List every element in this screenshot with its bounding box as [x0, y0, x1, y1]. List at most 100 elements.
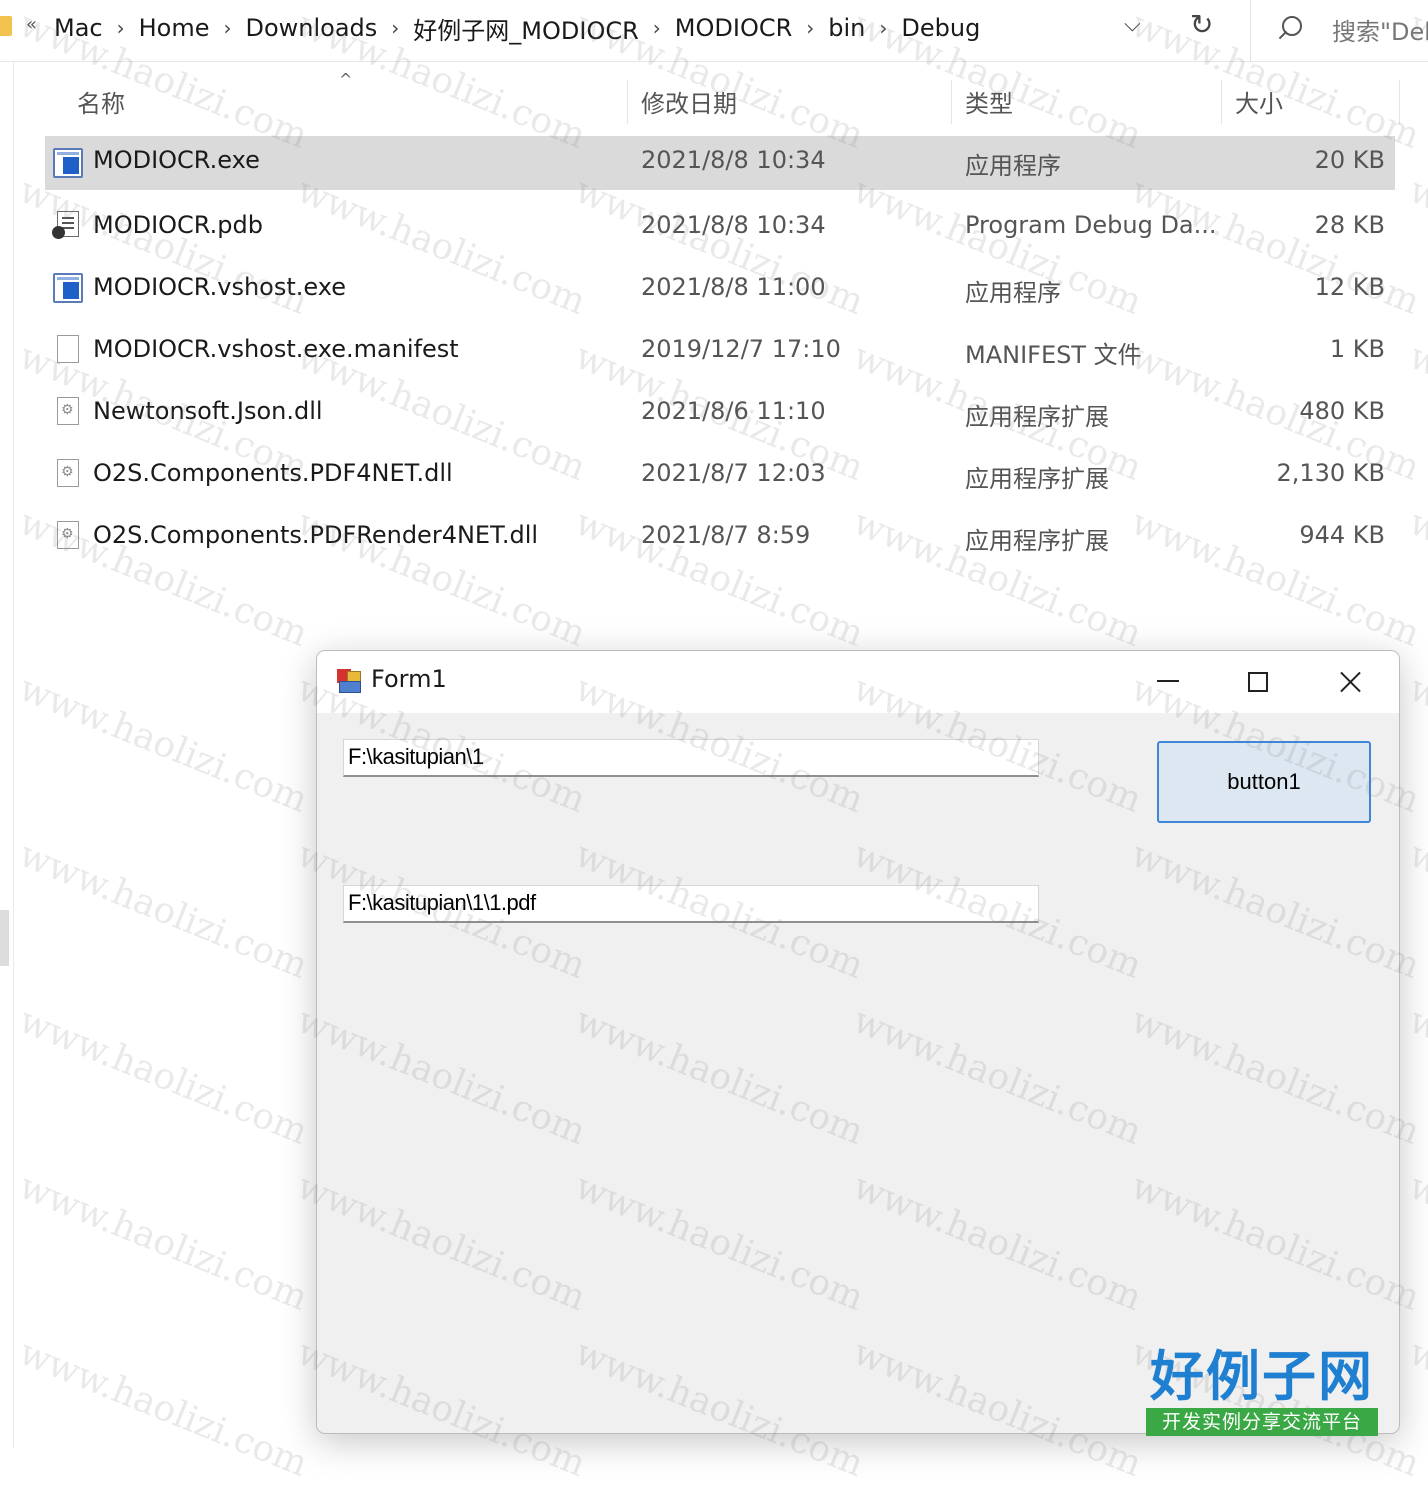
- brand-watermark: 好例子网 开发实例分享交流平台: [1144, 1346, 1380, 1440]
- file-list: MODIOCR.exe 2021/8/8 10:34 应用程序 20 KB MODIOC…: [45, 136, 1395, 570]
- file-size: 1 KB: [1329, 335, 1385, 363]
- dll-icon: [57, 459, 79, 487]
- watermark-text: www.haolizi.com: [1403, 336, 1428, 489]
- file-size: 12 KB: [1314, 273, 1385, 301]
- brand-tagline: 开发实例分享交流平台: [1146, 1408, 1378, 1436]
- search-placeholder: 搜索"Debug": [1332, 18, 1428, 46]
- file-row[interactable]: MODIOCR.pdb 2021/8/8 10:34 Program Debug D…: [45, 198, 1395, 260]
- watermark-text: www.haolizi.com: [1403, 668, 1428, 821]
- search-input[interactable]: 搜索"Debug": [1252, 0, 1428, 62]
- breadcrumb-item[interactable]: Downloads: [245, 14, 377, 42]
- breadcrumb-item[interactable]: MODIOCR: [675, 14, 792, 42]
- file-date: 2021/8/8 10:34: [641, 211, 826, 239]
- file-date: 2021/8/8 10:34: [641, 146, 826, 174]
- file-type: 应用程序扩展: [965, 527, 1109, 555]
- window-title: Form1: [371, 665, 447, 693]
- textbox2[interactable]: F:\kasitupian\1\1.pdf: [343, 885, 1039, 923]
- maximize-icon: [1248, 672, 1268, 692]
- breadcrumb-item[interactable]: Debug: [901, 14, 980, 42]
- file-date: 2021/8/7 8:59: [641, 521, 811, 549]
- chevron-down-icon[interactable]: ⌵: [1124, 12, 1141, 37]
- file-row[interactable]: MODIOCR.vshost.exe 2021/8/8 11:00 应用程序 12 K…: [45, 260, 1395, 322]
- divider: [1250, 0, 1251, 62]
- file-name: MODIOCR.vshost.exe.manifest: [93, 335, 459, 363]
- file-row[interactable]: MODIOCR.exe 2021/8/8 10:34 应用程序 20 KB: [45, 136, 1395, 190]
- textbox1[interactable]: F:\kasitupian\1: [343, 739, 1039, 777]
- watermark-text: www.haolizi.com: [13, 668, 314, 821]
- file-row[interactable]: O2S.Components.PDF4NET.dll 2021/8/7 12:03…: [45, 446, 1395, 508]
- folder-icon: [0, 16, 12, 36]
- close-button[interactable]: [1305, 651, 1395, 713]
- file-name: MODIOCR.exe: [93, 146, 260, 174]
- column-divider[interactable]: [627, 80, 628, 124]
- refresh-icon[interactable]: ↻: [1190, 8, 1213, 41]
- breadcrumb-item[interactable]: bin: [828, 14, 865, 42]
- watermark-text: www.haolizi.com: [1403, 1332, 1428, 1485]
- chevron-right-icon[interactable]: ›: [879, 16, 887, 40]
- file-row[interactable]: Newtonsoft.Json.dll 2021/8/6 11:10 应用程序扩展 4…: [45, 384, 1395, 446]
- file-type: 应用程序扩展: [965, 465, 1109, 493]
- form1-titlebar[interactable]: Form1: [317, 651, 1399, 713]
- file-name: MODIOCR.vshost.exe: [93, 273, 346, 301]
- navigation-pane[interactable]: [0, 62, 14, 1448]
- file-type: 应用程序扩展: [965, 403, 1109, 431]
- navigation-pane-selected-item[interactable]: [0, 910, 9, 966]
- column-header-name[interactable]: 名称: [77, 84, 125, 119]
- exe-icon: [53, 273, 83, 303]
- pdb-icon: [52, 211, 79, 239]
- exe-icon: [53, 148, 83, 178]
- close-icon: [1338, 670, 1362, 694]
- sort-ascending-icon: ^: [339, 70, 353, 89]
- column-divider[interactable]: [1399, 80, 1400, 124]
- file-name: MODIOCR.pdb: [93, 211, 263, 239]
- column-divider[interactable]: [1221, 80, 1222, 124]
- watermark-text: www.haolizi.com: [13, 1000, 314, 1153]
- file-icon: [57, 335, 79, 363]
- form1-window: Form1 F:\kasitupian\1 F:\kasitupian\1\1.…: [316, 650, 1400, 1434]
- file-type: 应用程序: [965, 279, 1061, 307]
- watermark-text: www.haolizi.com: [13, 834, 314, 987]
- file-date: 2021/8/8 11:00: [641, 273, 826, 301]
- column-header-size[interactable]: 大小: [1235, 84, 1283, 119]
- breadcrumb-overflow-button[interactable]: «: [26, 14, 37, 35]
- breadcrumb-item[interactable]: 好例子网_MODIOCR: [413, 11, 638, 46]
- breadcrumb-item[interactable]: Home: [139, 14, 210, 42]
- dll-icon: [57, 521, 79, 549]
- chevron-right-icon[interactable]: ›: [391, 16, 399, 40]
- watermark-text: www.haolizi.com: [1403, 502, 1428, 655]
- file-row[interactable]: O2S.Components.PDFRender4NET.dll 2021/8/7…: [45, 508, 1395, 570]
- app-icon: [337, 669, 363, 695]
- watermark-text: www.haolizi.com: [1403, 170, 1428, 323]
- file-row[interactable]: MODIOCR.vshost.exe.manifest 2019/12/7 17:…: [45, 322, 1395, 384]
- breadcrumb: Mac › Home › Downloads › 好例子网_MODIOCR › MODIOCR ›…: [54, 10, 980, 46]
- file-type: MANIFEST 文件: [965, 341, 1142, 369]
- file-size: 20 KB: [1314, 146, 1385, 174]
- file-size: 2,130 KB: [1276, 459, 1385, 487]
- file-date: 2021/8/7 12:03: [641, 459, 826, 487]
- file-name: O2S.Components.PDF4NET.dll: [93, 459, 453, 487]
- minimize-button[interactable]: [1123, 651, 1213, 713]
- chevron-right-icon[interactable]: ›: [653, 16, 661, 40]
- breadcrumb-item[interactable]: Mac: [54, 14, 103, 42]
- column-header-date[interactable]: 修改日期: [641, 84, 737, 119]
- column-header: 名称 ^ 修改日期 类型 大小: [45, 70, 1400, 128]
- file-date: 2021/8/6 11:10: [641, 397, 826, 425]
- column-divider[interactable]: [951, 80, 952, 124]
- chevron-right-icon[interactable]: ›: [117, 16, 125, 40]
- file-size: 28 KB: [1314, 211, 1385, 239]
- watermark-text: www.haolizi.com: [13, 1332, 314, 1485]
- address-bar: « Mac › Home › Downloads › 好例子网_MODIOCR › MODIOC…: [0, 0, 1428, 62]
- file-name: Newtonsoft.Json.dll: [93, 397, 323, 425]
- column-header-type[interactable]: 类型: [965, 84, 1013, 119]
- search-icon: [1282, 16, 1302, 36]
- maximize-button[interactable]: [1213, 651, 1303, 713]
- file-type: 应用程序: [965, 152, 1061, 180]
- file-name: O2S.Components.PDFRender4NET.dll: [93, 521, 539, 549]
- chevron-right-icon[interactable]: ›: [806, 16, 814, 40]
- file-date: 2019/12/7 17:10: [641, 335, 841, 363]
- file-type: Program Debug Da...: [965, 211, 1217, 239]
- watermark-text: www.haolizi.com: [1403, 1166, 1428, 1319]
- chevron-right-icon[interactable]: ›: [223, 16, 231, 40]
- button1[interactable]: button1: [1157, 741, 1371, 823]
- minimize-icon: [1157, 680, 1179, 682]
